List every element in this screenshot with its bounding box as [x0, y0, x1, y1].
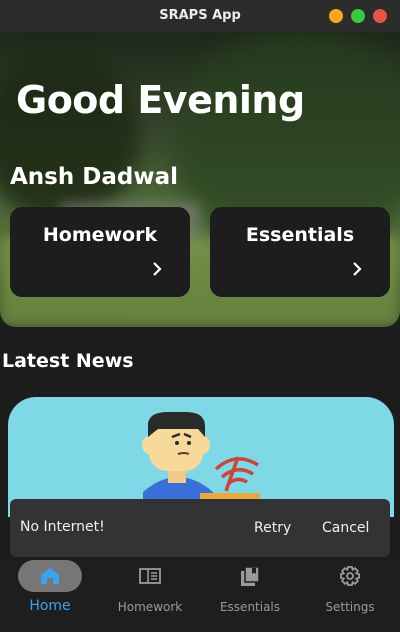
- essentials-card[interactable]: Essentials: [210, 207, 390, 297]
- close-button[interactable]: [373, 9, 387, 23]
- homework-card-label: Homework: [42, 224, 158, 246]
- library-icon: [241, 566, 260, 586]
- nav-item-homework[interactable]: Homework: [100, 557, 200, 632]
- maximize-button[interactable]: [351, 9, 365, 23]
- chevron-right-icon: [353, 262, 362, 276]
- home-icon: [41, 568, 59, 584]
- title-bar: SRAPS App: [0, 0, 400, 32]
- gear-icon: [340, 566, 360, 586]
- nav-item-essentials[interactable]: Essentials: [200, 557, 300, 632]
- retry-button[interactable]: Retry: [254, 520, 291, 536]
- homework-card[interactable]: Homework: [10, 207, 190, 297]
- no-internet-snackbar: No Internet! Retry Cancel: [10, 499, 390, 557]
- nav-label-essentials: Essentials: [219, 600, 281, 614]
- user-name: Ansh Dadwal: [10, 164, 178, 190]
- greeting-heading: Good Evening: [16, 78, 305, 122]
- snackbar-message: No Internet!: [20, 519, 105, 535]
- book-icon: [139, 568, 161, 584]
- nav-label-homework: Homework: [117, 600, 183, 614]
- nav-label-settings: Settings: [325, 600, 375, 614]
- nav-item-settings[interactable]: Settings: [300, 557, 400, 632]
- nav-item-home[interactable]: Home: [0, 557, 100, 632]
- minimize-button[interactable]: [329, 9, 343, 23]
- cancel-button[interactable]: Cancel: [322, 520, 369, 536]
- latest-news-heading: Latest News: [2, 350, 134, 372]
- bottom-navigation-bar: Home Homework Essentials Settings: [0, 557, 400, 632]
- nav-label-home: Home: [29, 598, 71, 614]
- chevron-right-icon: [153, 262, 162, 276]
- essentials-card-label: Essentials: [245, 224, 355, 246]
